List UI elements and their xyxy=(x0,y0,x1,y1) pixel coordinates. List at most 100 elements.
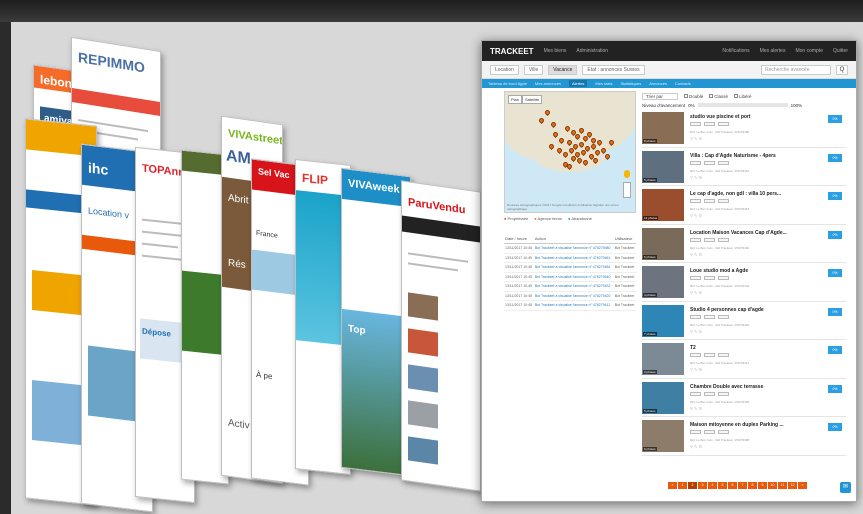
page-button[interactable]: 9 xyxy=(758,482,767,489)
listing-item[interactable]: 8 photos studio vue piscine et port Réf: L… xyxy=(642,109,846,148)
advanced-search-input[interactable]: Recherche avancée xyxy=(761,64,831,75)
log-action[interactable]: Bot Trackeet a visualisé l'annonce n° 47… xyxy=(533,300,614,311)
log-action[interactable]: Bot Trackeet a visualisé l'annonce n° 47… xyxy=(533,262,614,273)
listing-progress-badge[interactable]: 0% xyxy=(828,269,842,277)
listing-title[interactable]: Maison mitoyenne en duplex Parking ... xyxy=(690,422,784,428)
filter-classe[interactable]: Classé xyxy=(709,94,728,99)
log-action[interactable]: Bot Trackeet a visualisé l'annonce n° 47… xyxy=(533,291,614,301)
listing-progress-badge[interactable]: 0% xyxy=(828,423,842,431)
listing-progress-badge[interactable]: 0% xyxy=(828,153,842,162)
checkbox[interactable] xyxy=(734,94,739,99)
select-ville[interactable]: Ville xyxy=(523,64,544,75)
listing-action-icons[interactable]: ⚲ ✎ ☰ xyxy=(690,252,702,257)
map-plan-button[interactable]: Plan xyxy=(508,95,523,104)
nav-alertes[interactable]: Mes alertes xyxy=(760,48,786,54)
listing-action-icons[interactable]: ⚲ ✎ ☰ xyxy=(690,290,702,295)
listing-item[interactable]: 12 photos Le cap d'agde, non gdl : villa … xyxy=(642,186,846,225)
listing-title[interactable]: Studio 4 personnes cap d'agde xyxy=(690,307,764,313)
select-location[interactable]: Location xyxy=(490,64,519,75)
zoom-control[interactable] xyxy=(623,182,631,198)
tab-contacts[interactable]: Contacts xyxy=(675,81,691,86)
nav-compte[interactable]: Mon compte xyxy=(795,48,823,54)
listings-map[interactable]: Plan Satellite Données cartographiques ©… xyxy=(504,91,636,213)
nav-quitter[interactable]: Quitter xyxy=(833,48,848,54)
listing-title[interactable]: T2 xyxy=(690,345,696,351)
checkbox[interactable] xyxy=(684,94,688,99)
listing-progress-badge[interactable]: 0% xyxy=(828,307,842,316)
listing-thumbnail[interactable]: 5 photos xyxy=(642,150,684,183)
page-button[interactable]: 3 xyxy=(698,482,707,489)
listing-thumbnail[interactable]: 12 photos xyxy=(642,189,684,221)
listing-action-icons[interactable]: ⚲ ✎ ☰ xyxy=(690,406,702,411)
page-button[interactable]: 12 xyxy=(788,482,797,489)
page-button[interactable]: 8 xyxy=(748,482,757,489)
page-button[interactable]: 4 xyxy=(708,482,717,489)
listing-item[interactable]: 3 photos T2 Réf: Le Bon Coin · Réf Trackee… xyxy=(642,340,846,379)
page-button[interactable]: 5 xyxy=(718,482,727,489)
filter-double[interactable]: Doublé xyxy=(684,94,703,99)
listing-progress-badge[interactable]: 0% xyxy=(828,384,842,393)
listing-thumbnail[interactable]: 3 photos xyxy=(642,343,684,375)
checkbox[interactable] xyxy=(709,94,714,99)
page-button[interactable]: « xyxy=(668,482,677,489)
nav-link-administration[interactable]: Administration xyxy=(576,48,608,54)
nav-notifications[interactable]: Notifications xyxy=(722,48,749,54)
search-button[interactable]: Q xyxy=(836,64,848,75)
log-action[interactable]: Bot Trackeet a visualisé l'annonce n° 47… xyxy=(533,253,614,263)
listing-action-icons[interactable]: ⚲ ✎ ☰ xyxy=(690,367,702,372)
app-logo[interactable]: TRACKEET xyxy=(490,47,534,56)
listing-title[interactable]: Chambre Double avec terrasse xyxy=(690,384,763,390)
tab-annonces[interactable]: Annonces xyxy=(649,81,667,86)
page-button[interactable]: 6 xyxy=(728,482,737,489)
map-satellite-button[interactable]: Satellite xyxy=(522,95,543,104)
listing-thumbnail[interactable]: 6 photos xyxy=(642,227,684,260)
page-button[interactable]: 10 xyxy=(768,482,777,489)
street-view-icon[interactable] xyxy=(624,170,630,178)
nav-link-mes-biens[interactable]: Mes biens xyxy=(544,48,567,54)
listing-action-icons[interactable]: ⚲ ✎ ☰ xyxy=(690,175,702,180)
chat-icon[interactable]: ✉ xyxy=(840,482,851,493)
listing-item[interactable]: 5 photos Chambre Double avec terrasse Réf:… xyxy=(642,379,846,417)
listing-progress-badge[interactable]: 0% xyxy=(828,192,842,200)
listing-progress-badge[interactable]: 0% xyxy=(828,346,842,354)
listing-thumbnail[interactable]: 9 photos xyxy=(642,420,684,452)
select-etat[interactable]: Etat : annonces Suivies xyxy=(582,64,645,75)
listing-title[interactable]: Loue studio mod a Agde xyxy=(690,268,748,274)
listing-item[interactable]: 5 photos Villa : Cap d'Agde Naturisme - 4… xyxy=(642,148,846,186)
listing-title[interactable]: studio vue piscine et port xyxy=(690,114,751,120)
listing-thumbnail[interactable]: 7 photos xyxy=(642,304,684,337)
listing-thumbnail[interactable]: 5 photos xyxy=(642,381,684,414)
listing-title[interactable]: Location Maison Vacances Cap d'Agde... xyxy=(690,230,787,236)
page-button[interactable]: 11 xyxy=(778,482,787,489)
listing-progress-badge[interactable]: 0% xyxy=(828,115,842,123)
listing-item[interactable]: 4 photos Loue studio mod a Agde Réf: Le Bo… xyxy=(642,263,846,302)
log-action[interactable]: Bot Trackeet a visualisé l'annonce n° 47… xyxy=(533,243,614,254)
listing-item[interactable]: 6 photos Location Maison Vacances Cap d'A… xyxy=(642,225,846,263)
page-button[interactable]: 7 xyxy=(738,482,747,489)
page-button[interactable]: 1 xyxy=(678,482,687,489)
tab-mes-stats[interactable]: Mes stats xyxy=(595,81,612,86)
page-button[interactable]: 2 xyxy=(688,482,697,489)
listing-thumbnail[interactable]: 4 photos xyxy=(642,266,684,298)
map-pin-icon[interactable] xyxy=(603,152,612,161)
log-action[interactable]: Bot Trackeet a visualisé l'annonce n° 47… xyxy=(533,281,614,292)
page-button[interactable]: » xyxy=(798,482,807,489)
listing-action-icons[interactable]: ⚲ ✎ ☰ xyxy=(690,444,702,449)
listing-item[interactable]: 7 photos Studio 4 personnes cap d'agde Réf… xyxy=(642,302,846,340)
listing-item[interactable]: 9 photos Maison mitoyenne en duplex Parki… xyxy=(642,417,846,456)
filter-libere[interactable]: Libéré xyxy=(734,94,752,99)
tab-alertes[interactable]: Alertes xyxy=(568,80,588,87)
listing-action-icons[interactable]: ⚲ ✎ ☰ xyxy=(690,213,702,218)
listing-progress-badge[interactable]: 0% xyxy=(828,230,842,239)
listing-title[interactable]: Le cap d'agde, non gdl : villa 10 pers..… xyxy=(690,191,781,197)
sort-dropdown[interactable]: Trier par xyxy=(642,92,678,100)
tab-dashboard[interactable]: Tableau de bord Agde xyxy=(488,81,527,86)
select-vacance[interactable]: Vacance xyxy=(548,64,578,75)
tab-statistiques[interactable]: Statistiques xyxy=(621,81,642,86)
log-action[interactable]: Bot Trackeet a visualisé l'annonce n° 47… xyxy=(533,272,614,282)
listing-action-icons[interactable]: ⚲ ✎ ☰ xyxy=(690,329,702,334)
listing-action-icons[interactable]: ⚲ ✎ ☰ xyxy=(690,136,702,141)
listing-thumbnail[interactable]: 8 photos xyxy=(642,112,684,144)
tab-mes-annonces[interactable]: Mes annonces xyxy=(535,81,561,86)
listing-title[interactable]: Villa : Cap d'Agde Naturisme - 4pers xyxy=(690,153,776,159)
